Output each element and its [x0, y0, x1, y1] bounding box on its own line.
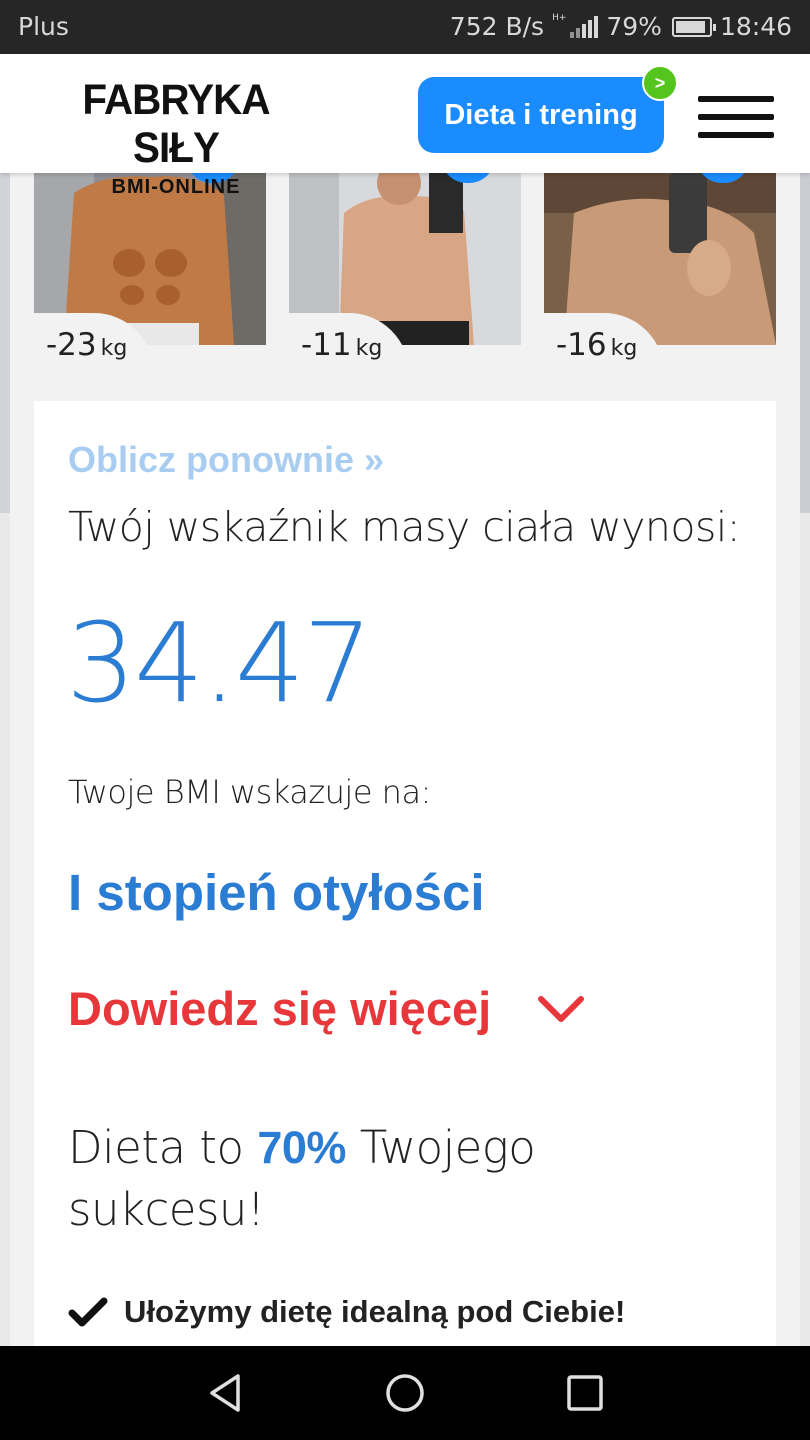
status-bar: Plus 752 B/s H+ 79% 18:46 [0, 0, 810, 54]
recents-square-icon[interactable] [564, 1372, 606, 1414]
chevron-down-icon [538, 995, 585, 1022]
system-navigation-bar [0, 1346, 810, 1440]
learn-more-label: Dowiedz się więcej [68, 982, 492, 1035]
benefit-item: Ułożymy dietę idealną pod Ciebie! [68, 1294, 625, 1330]
battery-percent: 79% [606, 12, 662, 41]
arrow-badge-icon: > [642, 65, 678, 101]
logo-title: FABRYKA SIŁY [82, 76, 270, 172]
network-speed: 752 B/s [449, 12, 545, 41]
diet-percentage: 70% [257, 1122, 346, 1173]
learn-more-toggle[interactable]: Dowiedz się więcej [68, 981, 585, 1036]
bmi-result-card: Oblicz ponownie » Twój wskaźnik masy cia… [34, 401, 776, 1361]
bmi-category: I stopień otyłości [68, 864, 485, 921]
logo-subtitle: BMI-ONLINE [111, 176, 241, 198]
logo[interactable]: FABRYKA SIŁY BMI-ONLINE [33, 76, 319, 199]
hamburger-menu-icon[interactable] [698, 96, 774, 138]
status-bar-right: 752 B/s H+ 79% 18:46 [450, 12, 792, 41]
cta-label: Dieta i trening [444, 98, 638, 131]
diet-and-training-button[interactable]: Dieta i trening > [418, 65, 678, 153]
benefit-label: Ułożymy dietę idealną pod Ciebie! [124, 1294, 626, 1329]
checkmark-icon [68, 1297, 108, 1327]
battery-icon [671, 16, 716, 37]
transformation-gallery: -23 kg -11 kg -16 kg [34, 173, 776, 373]
back-triangle-icon[interactable] [204, 1372, 246, 1414]
bmi-indicates-label: Twoje BMI wskazuje na: [68, 773, 431, 811]
diet-success-text: Dieta to 70% Twojego sukcesu! [68, 1121, 536, 1236]
carrier-name: Plus [18, 12, 69, 41]
home-circle-icon[interactable] [384, 1372, 426, 1414]
bmi-value: 34.47 [66, 599, 373, 727]
signal-icon [570, 15, 599, 38]
recalculate-link[interactable]: Oblicz ponownie » [68, 439, 384, 481]
site-header: FABRYKA SIŁY BMI-ONLINE Dieta i trening … [0, 54, 810, 198]
network-type: H+ [552, 13, 567, 23]
clock: 18:46 [719, 12, 792, 41]
bmi-intro-text: Twój wskaźnik masy ciała wynosi: [68, 503, 741, 551]
